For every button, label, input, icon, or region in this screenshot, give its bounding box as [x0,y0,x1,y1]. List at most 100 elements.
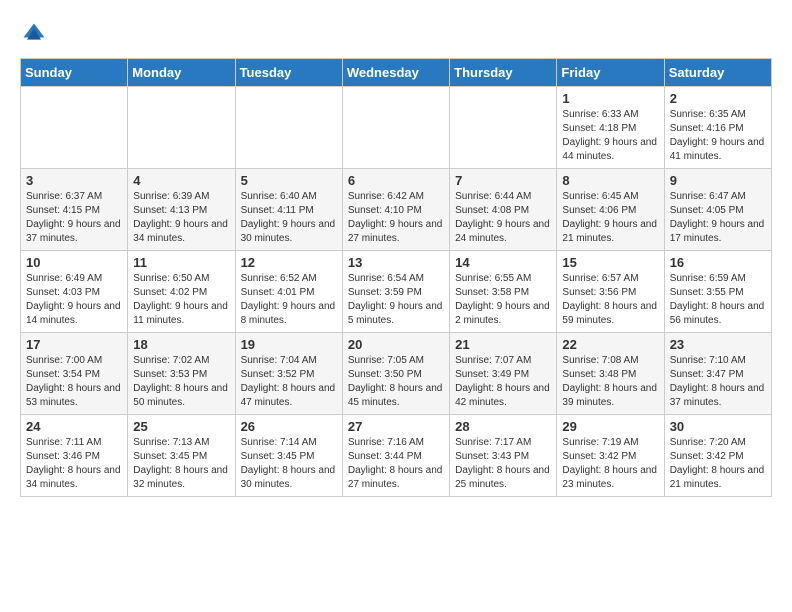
calendar-cell: 7 Sunrise: 6:44 AM Sunset: 4:08 PM Daylig… [450,169,557,251]
calendar-cell: 14 Sunrise: 6:55 AM Sunset: 3:58 PM Dayli… [450,251,557,333]
day-info: Sunrise: 6:45 AM Sunset: 4:06 PM Dayligh… [562,190,658,246]
calendar-cell: 29 Sunrise: 7:19 AM Sunset: 3:42 PM Dayli… [557,415,664,497]
day-info: Sunrise: 7:07 AM Sunset: 3:49 PM Dayligh… [455,354,551,410]
day-number: 11 [133,255,229,270]
column-header-tuesday: Tuesday [235,59,342,87]
day-number: 17 [26,337,122,352]
day-info: Sunrise: 6:47 AM Sunset: 4:05 PM Dayligh… [670,190,766,246]
column-header-thursday: Thursday [450,59,557,87]
calendar-cell: 4Sunrise: 6:39 AM Sunset: 4:13 PM Daylig… [128,169,235,251]
day-number: 26 [241,419,337,434]
day-info: Sunrise: 7:17 AM Sunset: 3:43 PM Dayligh… [455,436,551,492]
day-info: Sunrise: 7:05 AM Sunset: 3:50 PM Dayligh… [348,354,444,410]
day-number: 1 [562,91,658,106]
calendar-cell: 2 Sunrise: 6:35 AM Sunset: 4:16 PM Daylig… [664,87,771,169]
day-number: 3 [26,173,122,188]
calendar-cell: 5 Sunrise: 6:40 AM Sunset: 4:11 PM Daylig… [235,169,342,251]
week-row-2: 3Sunrise: 6:37 AM Sunset: 4:15 PM Daylig… [21,169,772,251]
day-number: 23 [670,337,766,352]
day-info: Sunrise: 6:50 AM Sunset: 4:02 PM Dayligh… [133,272,229,328]
day-number: 29 [562,419,658,434]
day-info: Sunrise: 6:44 AM Sunset: 4:08 PM Dayligh… [455,190,551,246]
day-number: 10 [26,255,122,270]
calendar-cell: 19 Sunrise: 7:04 AM Sunset: 3:52 PM Dayli… [235,333,342,415]
day-info: Sunrise: 6:57 AM Sunset: 3:56 PM Dayligh… [562,272,658,328]
calendar-cell: 24 Sunrise: 7:11 AM Sunset: 3:46 PM Dayli… [21,415,128,497]
calendar-header-row: SundayMondayTuesdayWednesdayThursdayFrid… [21,59,772,87]
day-info: Sunrise: 6:54 AM Sunset: 3:59 PM Dayligh… [348,272,444,328]
week-row-5: 24 Sunrise: 7:11 AM Sunset: 3:46 PM Dayli… [21,415,772,497]
day-info: Sunrise: 7:00 AM Sunset: 3:54 PM Dayligh… [26,354,122,410]
day-number: 2 [670,91,766,106]
day-number: 20 [348,337,444,352]
day-info: Sunrise: 7:13 AM Sunset: 3:45 PM Dayligh… [133,436,229,492]
calendar-table: SundayMondayTuesdayWednesdayThursdayFrid… [20,58,772,497]
calendar-cell: 3Sunrise: 6:37 AM Sunset: 4:15 PM Daylig… [21,169,128,251]
day-number: 24 [26,419,122,434]
calendar-cell: 10 Sunrise: 6:49 AM Sunset: 4:03 PM Dayli… [21,251,128,333]
calendar-cell: 25 Sunrise: 7:13 AM Sunset: 3:45 PM Dayli… [128,415,235,497]
day-info: Sunrise: 6:33 AM Sunset: 4:18 PM Dayligh… [562,108,658,164]
day-number: 14 [455,255,551,270]
calendar-cell: 12 Sunrise: 6:52 AM Sunset: 4:01 PM Dayli… [235,251,342,333]
calendar-cell: 30Sunrise: 7:20 AM Sunset: 3:42 PM Dayli… [664,415,771,497]
logo-icon [20,20,48,48]
week-row-4: 17 Sunrise: 7:00 AM Sunset: 3:54 PM Dayli… [21,333,772,415]
calendar-cell: 6 Sunrise: 6:42 AM Sunset: 4:10 PM Daylig… [342,169,449,251]
day-number: 21 [455,337,551,352]
day-number: 12 [241,255,337,270]
day-info: Sunrise: 7:19 AM Sunset: 3:42 PM Dayligh… [562,436,658,492]
day-number: 5 [241,173,337,188]
calendar-cell: 9 Sunrise: 6:47 AM Sunset: 4:05 PM Daylig… [664,169,771,251]
calendar-cell: 11 Sunrise: 6:50 AM Sunset: 4:02 PM Dayli… [128,251,235,333]
column-header-friday: Friday [557,59,664,87]
logo [20,20,52,48]
calendar-cell: 18 Sunrise: 7:02 AM Sunset: 3:53 PM Dayli… [128,333,235,415]
day-number: 25 [133,419,229,434]
calendar-cell: 16 Sunrise: 6:59 AM Sunset: 3:55 PM Dayli… [664,251,771,333]
week-row-1: 1 Sunrise: 6:33 AM Sunset: 4:18 PM Daylig… [21,87,772,169]
day-number: 6 [348,173,444,188]
day-info: Sunrise: 6:35 AM Sunset: 4:16 PM Dayligh… [670,108,766,164]
day-info: Sunrise: 6:59 AM Sunset: 3:55 PM Dayligh… [670,272,766,328]
day-number: 18 [133,337,229,352]
calendar-cell: 21 Sunrise: 7:07 AM Sunset: 3:49 PM Dayli… [450,333,557,415]
day-number: 22 [562,337,658,352]
page-header [20,20,772,48]
day-number: 7 [455,173,551,188]
calendar-cell: 20 Sunrise: 7:05 AM Sunset: 3:50 PM Dayli… [342,333,449,415]
day-info: Sunrise: 7:16 AM Sunset: 3:44 PM Dayligh… [348,436,444,492]
calendar-cell: 27Sunrise: 7:16 AM Sunset: 3:44 PM Dayli… [342,415,449,497]
day-info: Sunrise: 6:52 AM Sunset: 4:01 PM Dayligh… [241,272,337,328]
day-number: 19 [241,337,337,352]
day-info: Sunrise: 6:42 AM Sunset: 4:10 PM Dayligh… [348,190,444,246]
day-info: Sunrise: 6:49 AM Sunset: 4:03 PM Dayligh… [26,272,122,328]
calendar-cell: 23Sunrise: 7:10 AM Sunset: 3:47 PM Dayli… [664,333,771,415]
day-info: Sunrise: 7:04 AM Sunset: 3:52 PM Dayligh… [241,354,337,410]
day-info: Sunrise: 7:02 AM Sunset: 3:53 PM Dayligh… [133,354,229,410]
column-header-sunday: Sunday [21,59,128,87]
calendar-cell: 8Sunrise: 6:45 AM Sunset: 4:06 PM Daylig… [557,169,664,251]
calendar-cell [450,87,557,169]
calendar-cell: 13 Sunrise: 6:54 AM Sunset: 3:59 PM Dayli… [342,251,449,333]
day-info: Sunrise: 7:11 AM Sunset: 3:46 PM Dayligh… [26,436,122,492]
day-number: 30 [670,419,766,434]
day-info: Sunrise: 7:14 AM Sunset: 3:45 PM Dayligh… [241,436,337,492]
day-info: Sunrise: 7:08 AM Sunset: 3:48 PM Dayligh… [562,354,658,410]
calendar-cell: 22 Sunrise: 7:08 AM Sunset: 3:48 PM Dayli… [557,333,664,415]
column-header-saturday: Saturday [664,59,771,87]
day-number: 4 [133,173,229,188]
calendar-cell: 17 Sunrise: 7:00 AM Sunset: 3:54 PM Dayli… [21,333,128,415]
day-number: 9 [670,173,766,188]
day-number: 16 [670,255,766,270]
week-row-3: 10 Sunrise: 6:49 AM Sunset: 4:03 PM Dayli… [21,251,772,333]
column-header-wednesday: Wednesday [342,59,449,87]
day-info: Sunrise: 6:40 AM Sunset: 4:11 PM Dayligh… [241,190,337,246]
calendar-cell: 26 Sunrise: 7:14 AM Sunset: 3:45 PM Dayli… [235,415,342,497]
column-header-monday: Monday [128,59,235,87]
day-info: Sunrise: 6:55 AM Sunset: 3:58 PM Dayligh… [455,272,551,328]
day-number: 28 [455,419,551,434]
day-number: 13 [348,255,444,270]
calendar-cell: 1 Sunrise: 6:33 AM Sunset: 4:18 PM Daylig… [557,87,664,169]
calendar-cell [21,87,128,169]
